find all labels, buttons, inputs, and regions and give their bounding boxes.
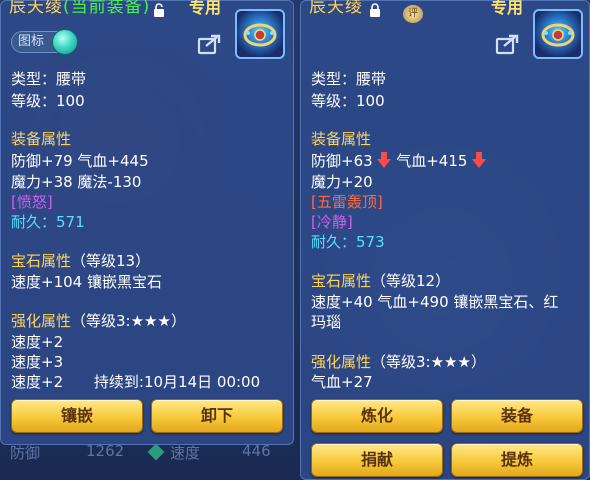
dedicated-tag: 专用 bbox=[491, 0, 524, 17]
refine-button[interactable]: 炼化 bbox=[311, 399, 443, 433]
item-title: 辰天绫 bbox=[309, 0, 363, 18]
icon-toggle-button[interactable]: 图标 bbox=[11, 29, 78, 55]
attr-heading: 装备属性 bbox=[311, 130, 372, 148]
gem-heading-row: 宝石属性（等级12） bbox=[311, 271, 450, 292]
durability-label: 耐久： bbox=[311, 233, 357, 251]
diamond-icon bbox=[147, 443, 165, 461]
special-effect-2: [冷静] bbox=[311, 213, 353, 231]
current-equipped-tag: (当前装备) bbox=[63, 0, 151, 17]
enhance-line-2: 速度+3 bbox=[11, 353, 64, 371]
attr-line-2: 魔力+20 bbox=[311, 173, 373, 191]
item-name: 辰天绫 bbox=[309, 0, 363, 17]
durability: 耐久：573 bbox=[311, 232, 385, 253]
icon-toggle-label: 图标 bbox=[18, 34, 45, 49]
item-emblem-icon bbox=[533, 9, 583, 59]
durability-value: 573 bbox=[356, 233, 385, 251]
gem-line: 速度+104 镶嵌黑宝石 bbox=[11, 273, 162, 291]
gem-heading: 宝石属性 bbox=[311, 272, 372, 290]
enhance-line-3-value: 速度+2 bbox=[11, 373, 64, 391]
donate-button[interactable]: 捐献 bbox=[311, 443, 443, 477]
bg-defense-label: 防御 bbox=[10, 444, 41, 462]
enhance-line-3: 速度+2 持续到:10月14日 00:00 bbox=[11, 372, 260, 393]
dedicated-tag: 专用 bbox=[189, 0, 222, 17]
enhance-level: （等级3:★★★） bbox=[71, 312, 186, 330]
unequip-button[interactable]: 卸下 bbox=[151, 399, 283, 433]
enhance-heading: 强化属性 bbox=[311, 353, 372, 371]
gem-level: （等级12） bbox=[371, 272, 451, 290]
decrease-arrow-icon bbox=[472, 152, 487, 168]
inlay-button[interactable]: 镶嵌 bbox=[11, 399, 143, 433]
enhance-line-1: 速度+2 bbox=[11, 333, 64, 351]
equip-button[interactable]: 装备 bbox=[451, 399, 583, 433]
item-type: 类型：腰带 bbox=[311, 70, 387, 88]
item-title: 辰天绫(当前装备) bbox=[9, 0, 150, 18]
special-effect: [愤怒] bbox=[11, 193, 53, 211]
durability: 耐久：571 bbox=[11, 212, 85, 233]
attr-heading: 装备属性 bbox=[11, 130, 72, 148]
attr-line-2: 魔力+38 魔法-130 bbox=[11, 173, 142, 191]
durability-value: 571 bbox=[56, 213, 85, 231]
share-icon[interactable] bbox=[495, 33, 521, 55]
enhance-expiry: 持续到:10月14日 00:00 bbox=[93, 373, 261, 391]
item-level: 等级：100 bbox=[311, 92, 385, 110]
item-level: 等级：100 bbox=[11, 92, 85, 110]
item-type: 类型：腰带 bbox=[11, 70, 87, 88]
compare-item-tooltip: 辰天绫 评 专用 类型：腰带 等级：100 装备属性 防御+63 气血+415 bbox=[300, 0, 590, 480]
hp-stat: 气血+415 bbox=[396, 152, 468, 170]
durability-label: 耐久： bbox=[11, 213, 57, 231]
gem-heading: 宝石属性 bbox=[11, 252, 72, 270]
toggle-knob-icon bbox=[52, 29, 78, 55]
enhance-line-1: 气血+27 bbox=[311, 373, 373, 391]
item-emblem-icon bbox=[235, 9, 285, 59]
extract-button[interactable]: 提炼 bbox=[451, 443, 583, 477]
defense-stat: 防御+63 bbox=[311, 152, 373, 170]
share-icon[interactable] bbox=[197, 33, 223, 55]
attr-line-1: 防御+79 气血+445 bbox=[11, 152, 149, 170]
item-name: 辰天绫 bbox=[9, 0, 63, 17]
appraise-seal-icon[interactable]: 评 bbox=[403, 5, 423, 23]
bg-speed-label: 速度 bbox=[170, 444, 201, 462]
attr-line-1: 防御+63 气血+415 bbox=[311, 151, 487, 172]
gem-line-1: 速度+40 气血+490 镶嵌黑宝石、红 bbox=[311, 293, 559, 311]
decrease-arrow-icon bbox=[377, 152, 392, 168]
enhance-heading-row: 强化属性（等级3:★★★） bbox=[311, 352, 486, 373]
enhance-heading: 强化属性 bbox=[11, 312, 72, 330]
lock-icon[interactable] bbox=[369, 3, 381, 17]
gem-level: （等级13） bbox=[71, 252, 151, 270]
equipped-item-tooltip: 辰天绫(当前装备) 专用 图标 类型：腰带 等级：100 装备属性 防御+79 … bbox=[0, 0, 294, 445]
enhance-heading-row: 强化属性（等级3:★★★） bbox=[11, 311, 186, 332]
gem-heading-row: 宝石属性（等级13） bbox=[11, 251, 150, 272]
unlock-icon[interactable] bbox=[153, 3, 165, 17]
enhance-level: （等级3:★★★） bbox=[371, 353, 486, 371]
special-effect-1: [五雷轰顶] bbox=[311, 193, 383, 211]
gem-line-2: 玛瑙 bbox=[311, 313, 342, 331]
